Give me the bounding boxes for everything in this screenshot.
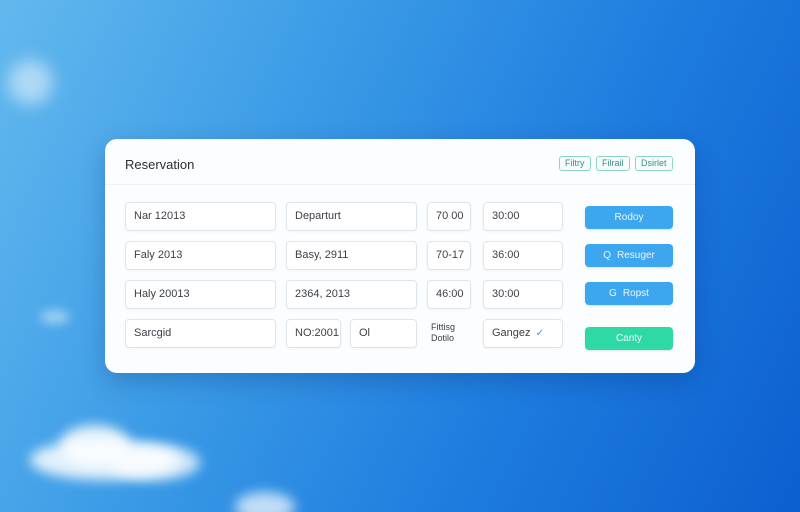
sky-cloud	[40, 310, 70, 324]
chevron-down-icon: ✓	[535, 328, 544, 339]
refresh-icon: G	[609, 288, 617, 299]
panel-header: Reservation Filtry Filrail Dsirlet	[105, 139, 695, 185]
filter-chip[interactable]: Filrail	[596, 156, 630, 171]
filter-label-line: Fittisg	[431, 322, 456, 332]
search-button-label: Resuger	[616, 250, 655, 261]
dropdown-value: Gangez	[492, 327, 531, 339]
duration-field[interactable]: 36:00	[483, 241, 563, 270]
confirm-button-label: Canty	[615, 333, 643, 344]
sky-cloud	[8, 60, 53, 105]
date-field[interactable]: Haly 20013	[125, 280, 276, 309]
departure-field[interactable]: Basy, 2911	[286, 241, 417, 270]
date-field[interactable]: Nar 12013	[125, 202, 276, 231]
search-button[interactable]: Q Resuger	[585, 244, 673, 267]
confirm-button[interactable]: Canty	[585, 327, 673, 350]
time-field[interactable]: 70-17	[427, 241, 471, 270]
category-dropdown[interactable]: Gangez ✓	[483, 319, 563, 348]
duration-field[interactable]: 30:00	[483, 202, 563, 231]
date-field[interactable]: Faly 2013	[125, 241, 276, 270]
sky-cloud	[110, 445, 200, 480]
report-button[interactable]: G Ropst	[585, 282, 673, 305]
panel-title: Reservation	[125, 157, 195, 172]
reservation-panel: Reservation Filtry Filrail Dsirlet Nar 1…	[105, 139, 695, 373]
filter-chip[interactable]: Dsirlet	[635, 156, 673, 171]
ready-button-label: Rodoy	[614, 212, 644, 223]
ready-button[interactable]: Rodoy	[585, 206, 673, 229]
filter-chip[interactable]: Filtry	[559, 156, 591, 171]
departure-field[interactable]: 2364, 2013	[286, 280, 417, 309]
number-field[interactable]: NO:2001	[286, 319, 341, 348]
duration-field[interactable]: 30:00	[483, 280, 563, 309]
filter-label-line: Dotilo	[431, 333, 455, 343]
sky-cloud	[235, 492, 295, 512]
report-button-label: Ropst	[622, 288, 649, 299]
search-icon: Q	[603, 250, 611, 261]
departure-field[interactable]: Departurt	[286, 202, 417, 231]
count-field[interactable]: Ol	[350, 319, 417, 348]
time-field[interactable]: 70 00	[427, 202, 471, 231]
time-field[interactable]: 46:00	[427, 280, 471, 309]
filter-label: Fittisg Dotilo	[431, 322, 471, 344]
search-field[interactable]: Sarcgid	[125, 319, 276, 348]
